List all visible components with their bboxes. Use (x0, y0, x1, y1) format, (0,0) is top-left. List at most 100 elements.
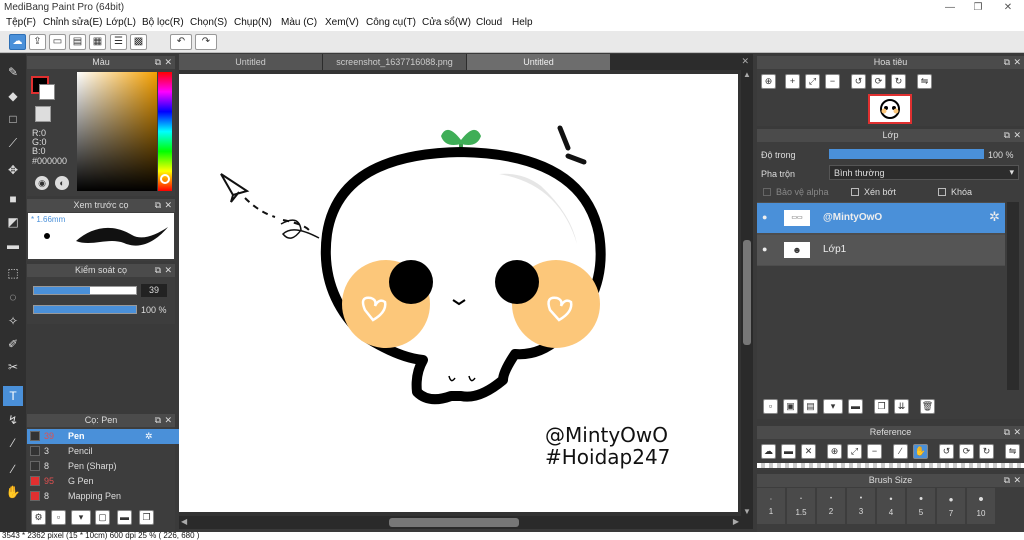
popout-icon[interactable]: ⧉ (155, 56, 161, 69)
brush-size-1-5[interactable]: • 1.5 (787, 488, 815, 524)
horizontal-scroll-thumb[interactable] (389, 518, 519, 527)
brush-item-pencil[interactable]: 3 Pencil (27, 444, 185, 459)
canvas-page[interactable]: @MintyOwO #Hoidap247 (179, 74, 738, 512)
add-brush-icon[interactable]: ⚙ (31, 510, 46, 525)
menu-file[interactable]: Tệp(F) (6, 17, 36, 28)
delete-layer-icon[interactable]: 🗑 (920, 399, 935, 414)
scroll-down-icon[interactable]: ▼ (743, 507, 751, 516)
lock-checkbox[interactable] (938, 188, 946, 196)
popout-icon[interactable]: ⧉ (1004, 56, 1010, 69)
eye-icon[interactable]: ● (762, 212, 767, 222)
zoom-out-icon[interactable]: − (867, 444, 882, 459)
select-eraser-tool-icon[interactable]: ✂ (3, 357, 23, 377)
select-pen-tool-icon[interactable]: ✐ (3, 334, 23, 354)
folder-icon[interactable]: ▬ (848, 399, 863, 414)
brush-tool-icon[interactable]: ✎ (3, 62, 23, 82)
eyedropper-tool-icon[interactable]: ⁄ (3, 433, 23, 453)
saturation-value-picker[interactable] (77, 72, 157, 191)
menu-window[interactable]: Cửa sổ(W) (422, 17, 471, 28)
close-icon[interactable]: ✕ (1013, 129, 1021, 142)
brush-size-value[interactable]: 39 (141, 284, 167, 297)
rectangle-tool-icon[interactable]: □ (3, 109, 23, 129)
brush-item-pen-sharp[interactable]: 8 Pen (Sharp) (27, 459, 185, 474)
popout-icon[interactable]: ⧉ (1004, 426, 1010, 439)
add-layer-menu-icon[interactable]: ▾ (823, 399, 843, 414)
brush-menu-icon[interactable]: ▾ (71, 510, 91, 525)
menu-help[interactable]: Help (512, 17, 533, 28)
menu-layer[interactable]: Lớp(L) (106, 17, 136, 28)
new-brush-icon[interactable]: ▫ (51, 510, 66, 525)
text-tool-icon[interactable]: T (3, 386, 23, 406)
close-icon[interactable]: ✕ (1013, 56, 1021, 69)
select-rect-tool-icon[interactable]: ⬚ (3, 263, 23, 283)
brush-opacity-slider[interactable] (33, 305, 137, 314)
copy-brush-icon[interactable]: ▢ (95, 510, 110, 525)
brush-size-1[interactable]: • 1 (757, 488, 785, 524)
zoom-in-icon[interactable]: + (785, 74, 800, 89)
brush-size-4[interactable]: • 4 (877, 488, 905, 524)
brush-size-10[interactable]: • 10 (967, 488, 995, 524)
reset-rotation-icon[interactable]: ⟳ (959, 444, 974, 459)
menu-tools[interactable]: Công cụ(T) (366, 17, 416, 28)
clipping-checkbox[interactable] (851, 188, 859, 196)
tab-screenshot[interactable]: screenshot_1637716088.png (323, 54, 466, 70)
flip-icon[interactable]: ⇋ (917, 74, 932, 89)
secondary-color-swatch[interactable] (39, 84, 55, 100)
hue-handle[interactable] (160, 174, 170, 184)
minimize-button[interactable]: — (936, 0, 964, 15)
close-icon[interactable]: ✕ (164, 264, 172, 277)
brush-item-mapping-pen[interactable]: 8 Mapping Pen (27, 489, 185, 504)
duplicate-layer-icon[interactable]: ❐ (874, 399, 889, 414)
eye-icon[interactable]: ● (762, 244, 767, 254)
brush-item-pen[interactable]: 39 Pen ✲ (27, 429, 185, 444)
cloud-icon[interactable]: ☁ (761, 444, 776, 459)
share-icon[interactable]: ⇪ (29, 34, 46, 50)
eraser-tool-icon[interactable]: ◆ (3, 86, 23, 106)
new-layer-icon[interactable]: ▫ (763, 399, 778, 414)
lasso-tool-icon[interactable]: ◌ (3, 287, 23, 307)
protect-alpha-checkbox[interactable] (763, 188, 771, 196)
reset-rotation-icon[interactable]: ⟳ (871, 74, 886, 89)
merge-layer-icon[interactable]: ⇊ (894, 399, 909, 414)
brush-item-g-pen[interactable]: 95 G Pen (27, 474, 185, 489)
fill-rect-tool-icon[interactable]: ■ (3, 189, 23, 209)
tab-untitled-1[interactable]: Untitled (179, 54, 322, 70)
layer-opacity-slider[interactable] (829, 149, 984, 159)
new-halftone-layer-icon[interactable]: ▤ (803, 399, 818, 414)
close-icon[interactable]: ✕ (164, 414, 172, 427)
brush-size-5[interactable]: • 5 (907, 488, 935, 524)
zoom-icon[interactable]: ⊕ (761, 74, 776, 89)
eyedropper-icon[interactable]: ∕ (893, 444, 908, 459)
blend-mode-select[interactable]: Bình thường ▾ (829, 165, 1019, 180)
bucket-tool-icon[interactable]: ◩ (3, 212, 23, 232)
scroll-up-icon[interactable]: ▲ (743, 70, 751, 79)
brush-size-2[interactable]: • 2 (817, 488, 845, 524)
close-icon[interactable]: ✕ (164, 56, 172, 69)
rotate-right-icon[interactable]: ↻ (979, 444, 994, 459)
gear-icon[interactable]: ✲ (989, 209, 1000, 225)
scroll-right-icon[interactable]: ▶ (733, 517, 739, 526)
hand-tool-icon[interactable]: ✋ (3, 482, 23, 502)
menu-filter[interactable]: Bộ lọc(R) (142, 17, 184, 28)
tab-untitled-2[interactable]: Untitled (467, 54, 610, 70)
menu-color[interactable]: Màu (C) (281, 17, 317, 28)
move-tool-icon[interactable]: ✥ (3, 160, 23, 180)
rotate-left-icon[interactable]: ↺ (939, 444, 954, 459)
fit-icon[interactable]: ⤢ (805, 74, 820, 89)
comment-icon[interactable]: ▭ (49, 34, 66, 50)
palette-icon[interactable]: ◉ (35, 176, 49, 190)
close-icon[interactable]: ✕ (741, 56, 749, 67)
undo-button[interactable]: ↶ (170, 34, 192, 50)
gear-icon[interactable]: ✲ (145, 429, 153, 444)
magic-wand-tool-icon[interactable]: ✧ (3, 311, 23, 331)
restore-button[interactable]: ❐ (964, 0, 992, 15)
flip-icon[interactable]: ⇋ (1005, 444, 1020, 459)
canvas-area[interactable]: @MintyOwO #Hoidap247 ▲ ▼ (179, 70, 753, 516)
brush-size-7[interactable]: • 7 (937, 488, 965, 524)
chat-icon[interactable]: ▤ (69, 34, 86, 50)
popout-icon[interactable]: ⧉ (155, 199, 161, 212)
operation-tool-icon[interactable]: ↯ (3, 410, 23, 430)
pen-tool-icon[interactable]: ⟋ (3, 133, 23, 153)
menu-edit[interactable]: Chỉnh sửa(E) (43, 17, 103, 28)
vertical-scroll-thumb[interactable] (743, 240, 751, 345)
